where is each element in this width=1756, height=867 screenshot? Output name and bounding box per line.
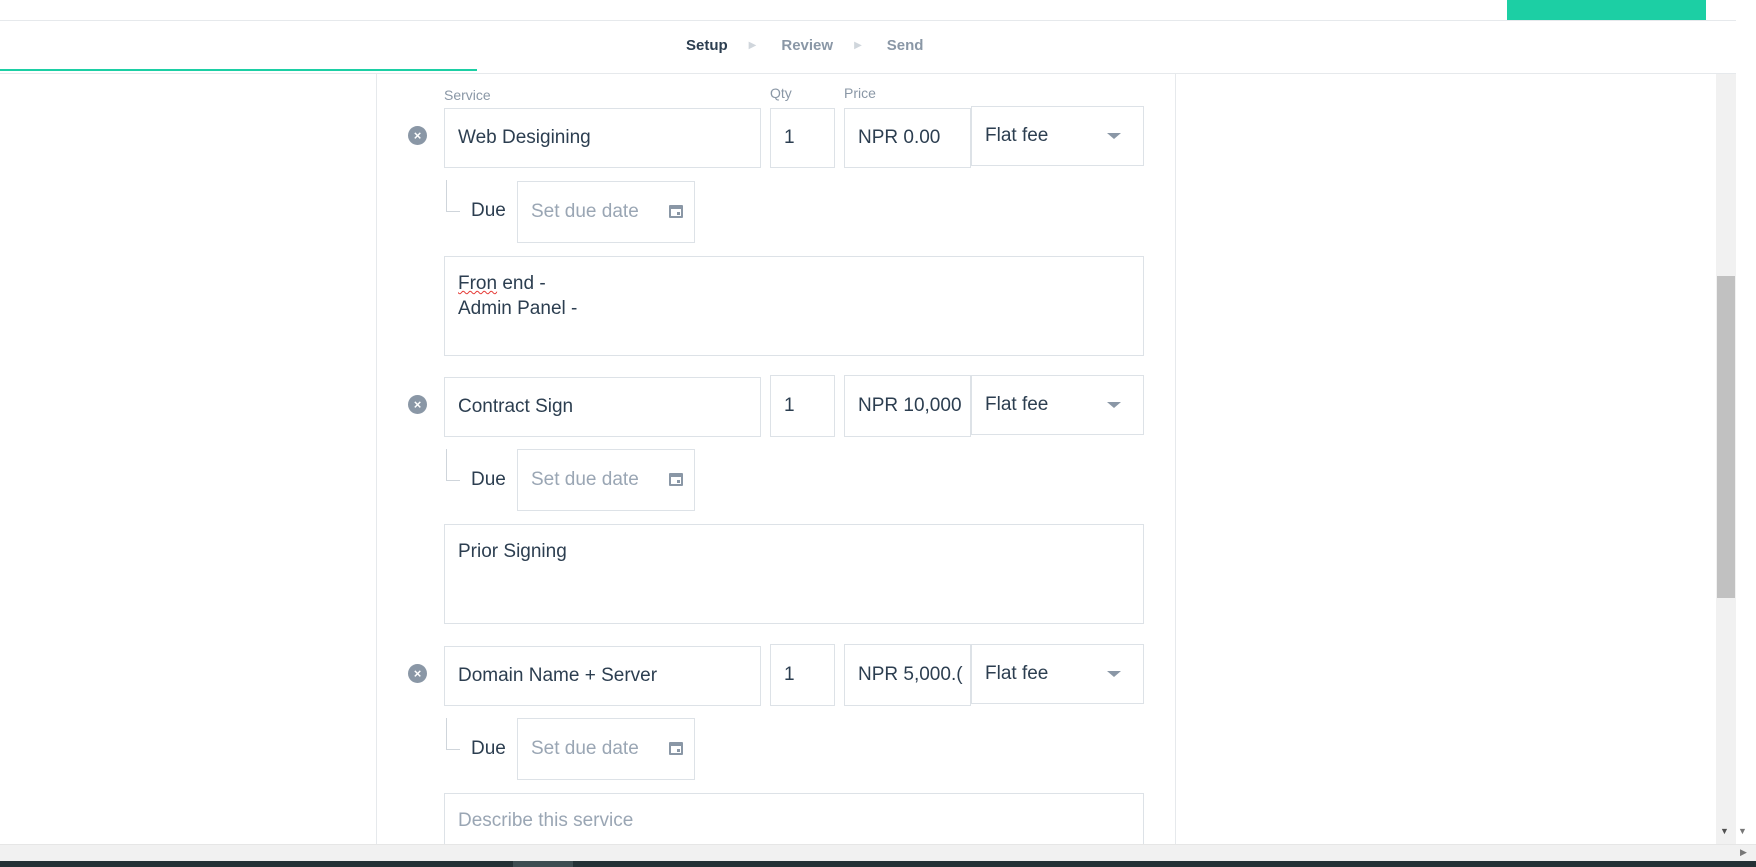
service-name-input[interactable]: Web Desigining (444, 108, 761, 168)
stepper: Setup ▶ Review ▶ Send (686, 37, 923, 54)
calendar-icon (669, 742, 683, 755)
description-line: Admin Panel - (458, 298, 578, 319)
price-input[interactable]: NPR 0.00 (844, 108, 971, 168)
due-date-placeholder: Set due date (531, 738, 639, 759)
scroll-down-arrow-icon[interactable]: ▼ (1738, 826, 1747, 836)
description-word-spellcheck: Fron (458, 273, 498, 294)
fee-type-value: Flat fee (985, 394, 1049, 415)
triangle-right-icon: ▶ (748, 40, 757, 51)
service-name-input[interactable]: Contract Sign (444, 377, 761, 437)
price-input[interactable]: NPR 10,000 (844, 375, 971, 437)
fee-type-select[interactable]: Flat fee (971, 106, 1144, 166)
fee-type-select[interactable]: Flat fee (971, 644, 1144, 704)
service-column-label: Service (444, 87, 491, 103)
qty-input[interactable]: 1 (770, 375, 835, 437)
calendar-icon (669, 473, 683, 486)
scroll-right-arrow-icon[interactable]: ▶ (1740, 847, 1747, 858)
chevron-down-icon (1107, 402, 1121, 408)
description-line: Fron end - (458, 273, 546, 294)
triangle-right-icon: ▶ (854, 40, 862, 51)
scroll-down-arrow-icon[interactable]: ▼ (1720, 826, 1729, 836)
qty-column-label: Qty (770, 85, 792, 101)
service-description-textarea[interactable]: Fron end - Admin Panel - (444, 256, 1144, 356)
description-line: Prior Signing (458, 541, 567, 562)
due-branch-line (446, 449, 460, 481)
due-label: Due (471, 200, 506, 221)
step-review[interactable]: Review (781, 37, 833, 54)
description-placeholder: Describe this service (458, 810, 634, 831)
due-date-input[interactable]: Set due date (517, 449, 695, 511)
due-label: Due (471, 469, 506, 490)
due-date-placeholder: Set due date (531, 469, 639, 490)
chevron-down-icon (1107, 133, 1121, 139)
service-description-textarea[interactable]: Prior Signing (444, 524, 1144, 624)
price-input[interactable]: NPR 5,000.( (844, 644, 971, 706)
right-pane (1736, 0, 1756, 867)
due-date-placeholder: Set due date (531, 201, 639, 222)
fee-type-value: Flat fee (985, 125, 1049, 146)
taskbar-item[interactable] (513, 861, 573, 867)
step-setup[interactable]: Setup (686, 37, 728, 54)
fee-type-value: Flat fee (985, 663, 1049, 684)
step-send[interactable]: Send (887, 37, 924, 54)
vertical-scrollbar-thumb[interactable] (1717, 276, 1735, 598)
services-panel (376, 74, 1176, 844)
horizontal-scrollbar[interactable] (0, 844, 1756, 861)
due-date-input[interactable]: Set due date (517, 718, 695, 780)
chevron-down-icon (1107, 671, 1121, 677)
remove-item-icon[interactable]: × (408, 126, 427, 145)
top-bar (0, 0, 1736, 21)
progress-bar (0, 69, 477, 71)
fee-type-select[interactable]: Flat fee (971, 375, 1144, 435)
remove-item-icon[interactable]: × (408, 395, 427, 414)
taskbar (0, 861, 1756, 867)
due-label: Due (471, 738, 506, 759)
qty-input[interactable]: 1 (770, 108, 835, 168)
service-name-input[interactable]: Domain Name + Server (444, 646, 761, 706)
primary-action-button[interactable] (1507, 0, 1706, 20)
calendar-icon (669, 205, 683, 218)
due-date-input[interactable]: Set due date (517, 181, 695, 243)
due-branch-line (446, 180, 460, 212)
remove-item-icon[interactable]: × (408, 664, 427, 683)
qty-input[interactable]: 1 (770, 644, 835, 706)
due-branch-line (446, 718, 460, 750)
price-column-label: Price (844, 85, 876, 101)
